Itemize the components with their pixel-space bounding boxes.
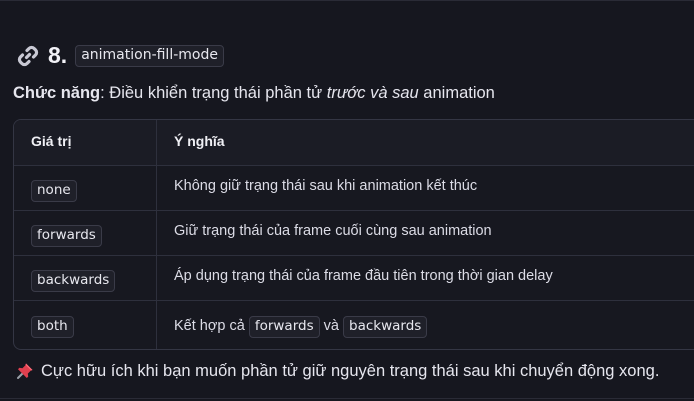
description-label: Chức năng bbox=[13, 84, 101, 102]
meaning-text: Không giữ trạng thái sau khi animation k… bbox=[174, 178, 478, 194]
values-table: Giá trị Ý nghĩa none Không giữ trạng thá… bbox=[13, 119, 694, 350]
meaning-connector: và bbox=[323, 318, 339, 334]
pushpin-icon bbox=[15, 361, 35, 381]
table-row: both Kết hợp cả forwards và backwards bbox=[14, 301, 694, 349]
section-heading: 8. animation-fill-mode bbox=[16, 42, 224, 69]
tip-line: Cực hữu ích khi bạn muốn phần tử giữ ngu… bbox=[15, 361, 659, 381]
description-text: Điều khiển trạng thái phần tử bbox=[104, 84, 327, 102]
tip-text: Cực hữu ích khi bạn muốn phần tử giữ ngu… bbox=[41, 361, 660, 380]
meaning-text: Kết hợp cả forwards và backwards bbox=[174, 316, 428, 338]
meaning-text: Áp dụng trạng thái của frame đầu tiên tr… bbox=[174, 268, 553, 284]
column-header-meaning: Ý nghĩa bbox=[174, 133, 225, 149]
inline-code-backwards: backwards bbox=[343, 316, 428, 338]
value-code: backwards bbox=[31, 270, 116, 292]
column-header-value: Giá trị bbox=[31, 133, 72, 149]
table-row: backwards Áp dụng trạng thái của frame đ… bbox=[14, 256, 694, 301]
bottom-divider bbox=[0, 398, 694, 399]
document-page: 8. animation-fill-mode Chức năng: Điều k… bbox=[0, 0, 694, 401]
top-divider bbox=[0, 0, 694, 1]
description-emphasis: trước và sau bbox=[326, 84, 419, 102]
meaning-text: Giữ trạng thái của frame cuối cùng sau a… bbox=[174, 223, 492, 239]
property-name-code: animation-fill-mode bbox=[75, 44, 224, 67]
link-icon bbox=[16, 44, 40, 68]
value-code: both bbox=[31, 316, 74, 338]
table-row: none Không giữ trạng thái sau khi animat… bbox=[14, 166, 694, 211]
table-header-row: Giá trị Ý nghĩa bbox=[14, 120, 694, 166]
meaning-prefix: Kết hợp cả bbox=[174, 318, 245, 334]
value-code: none bbox=[31, 180, 77, 202]
inline-code-forwards: forwards bbox=[248, 316, 320, 338]
value-code: forwards bbox=[31, 225, 102, 247]
description-line: Chức năng: Điều khiển trạng thái phần tử… bbox=[13, 84, 495, 103]
table-row: forwards Giữ trạng thái của frame cuối c… bbox=[14, 211, 694, 256]
description-text-after: animation bbox=[418, 84, 495, 102]
section-number: 8. bbox=[48, 42, 68, 68]
